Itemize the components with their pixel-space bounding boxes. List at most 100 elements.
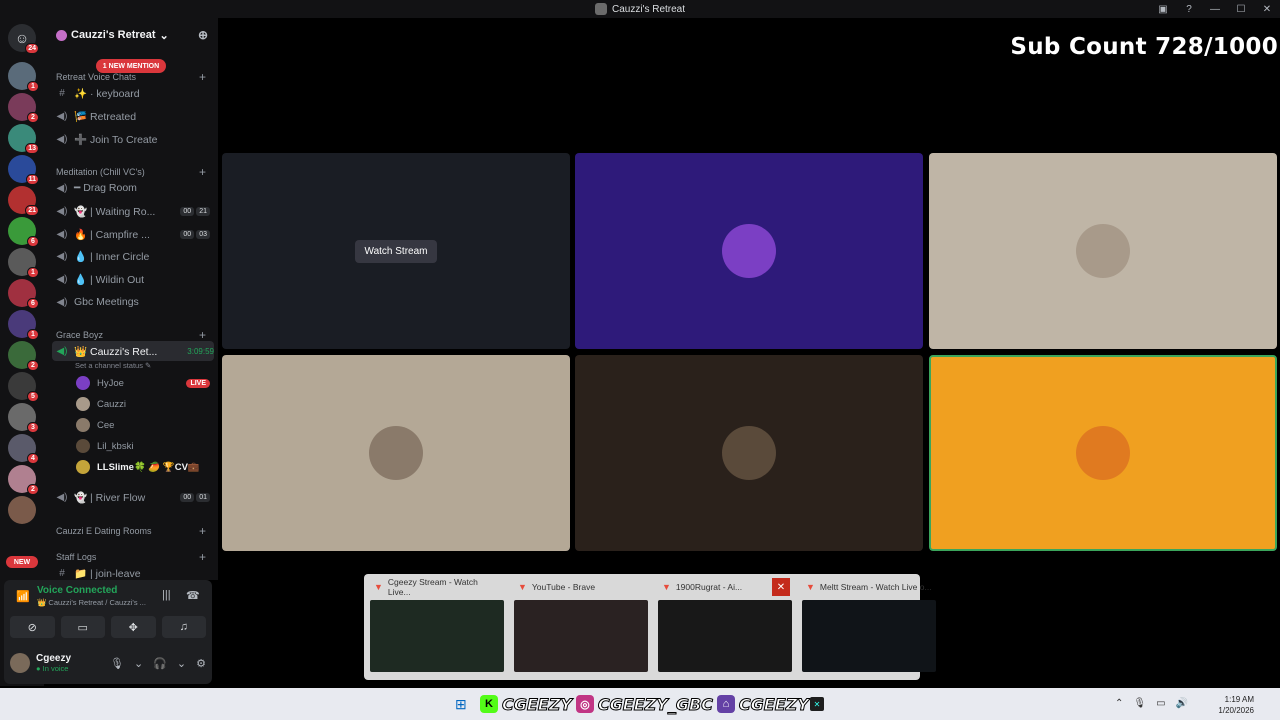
preview-thumbnail[interactable]	[802, 600, 936, 672]
server-icon[interactable]: 2	[8, 341, 39, 371]
channel-join-to-create[interactable]: ◀) ➕ Join To Create	[56, 129, 210, 149]
server-icon[interactable]: 13	[8, 124, 39, 154]
chevron-down-icon[interactable]: ⌄	[134, 657, 143, 670]
server-icon[interactable]: 2	[8, 465, 39, 495]
server-icon[interactable]: 21	[8, 186, 39, 216]
activities-button[interactable]: ✥	[111, 616, 156, 638]
category-staff-logs[interactable]: Staff Logs +	[56, 550, 206, 564]
server-icon[interactable]: 1	[8, 310, 39, 340]
system-clock[interactable]: 1:19 AM 1/20/2026	[1218, 694, 1254, 716]
guild-header[interactable]: Cauzzi's Retreat ⌄ ⊕	[44, 18, 218, 52]
participant-tile[interactable]	[575, 355, 923, 551]
add-channel-icon[interactable]: +	[199, 165, 206, 179]
invite-people-icon[interactable]: ⊕	[198, 28, 208, 42]
current-user[interactable]: Cgeezy ● In voice 🎙 ⌄ 🎧 ⌄ ⚙	[10, 648, 206, 678]
close-preview-button[interactable]: ✕	[772, 578, 790, 596]
channel-label: 💧 | Inner Circle	[74, 250, 150, 263]
stream-tile[interactable]: Watch Stream	[222, 153, 570, 349]
channel-join-leave[interactable]: # 📁 | join-leave	[56, 563, 210, 580]
channel-retreated[interactable]: ◀) 🎏 Retreated	[56, 106, 210, 126]
noise-suppression-icon[interactable]: |||	[162, 589, 171, 601]
network-icon[interactable]: ▭	[1156, 698, 1165, 709]
voice-user[interactable]: Cauzzi	[76, 394, 210, 414]
add-channel-icon[interactable]: +	[199, 328, 206, 342]
soundboard-button[interactable]: ♫	[161, 616, 206, 638]
server-icon[interactable]	[8, 496, 36, 524]
server-icon[interactable]: 4	[8, 434, 39, 464]
channel-campfire[interactable]: ◀) 🔥 | Campfire ... 00 03	[56, 224, 210, 244]
camera-off-button[interactable]: ⊘	[10, 616, 55, 638]
minimize-button[interactable]: —	[1202, 0, 1228, 18]
avatar	[76, 460, 90, 474]
participant-tile[interactable]	[575, 153, 923, 349]
add-channel-icon[interactable]: +	[199, 524, 206, 538]
windows-start-icon[interactable]: ⊞	[455, 697, 469, 711]
category-label: Meditation (Chill VC's)	[56, 167, 145, 177]
signal-icon: 📶	[16, 591, 30, 603]
preview-thumbnail[interactable]	[514, 600, 648, 672]
avatar	[76, 418, 90, 432]
participant-tile[interactable]	[929, 153, 1277, 349]
participant-tile[interactable]	[222, 355, 570, 551]
home-button[interactable]: ☺ 24	[8, 24, 39, 54]
window-preview[interactable]: ▼ Cgeezy Stream - Watch Live...	[368, 577, 504, 676]
volume-icon[interactable]: 🔊	[1176, 698, 1188, 709]
server-icon[interactable]: 2	[8, 93, 39, 123]
add-channel-icon[interactable]: +	[199, 70, 206, 84]
server-icon[interactable]: 1	[8, 248, 39, 278]
voice-user[interactable]: Lil_kbski	[76, 436, 210, 456]
maximize-button[interactable]: ☐	[1228, 0, 1254, 18]
server-icon[interactable]: 3	[8, 403, 39, 433]
microphone-icon[interactable]: 🎙	[1133, 698, 1146, 709]
help-icon[interactable]: ?	[1176, 0, 1202, 18]
server-icon[interactable]: 5	[8, 372, 39, 402]
preview-thumbnail[interactable]	[658, 600, 792, 672]
window-preview[interactable]: ▼ YouTube - Brave	[512, 578, 648, 676]
terminal-app-icon[interactable]: ✕	[810, 697, 824, 711]
server-icon[interactable]: 6	[8, 279, 39, 309]
inbox-icon[interactable]: ▣	[1150, 0, 1176, 18]
participant-tile[interactable]	[929, 355, 1277, 551]
category-grace-boyz[interactable]: Grace Boyz +	[56, 328, 206, 342]
participant-avatar	[1076, 224, 1130, 278]
channel-status[interactable]: Set a channel status ✎	[75, 361, 151, 370]
social-handles-overlay: K CGEEZY ◎ CGEEZY_GBC ⌂ CGEEZY	[480, 692, 809, 716]
channel-gbc-meetings[interactable]: ◀) Gbc Meetings	[56, 292, 210, 312]
watch-stream-button[interactable]: Watch Stream	[354, 239, 438, 263]
voice-status[interactable]: Voice Connected	[37, 585, 117, 596]
close-button[interactable]: ✕	[1254, 0, 1280, 18]
channel-inner-circle[interactable]: ◀) 💧 | Inner Circle	[56, 246, 210, 266]
voice-user[interactable]: HyJoe LIVE	[76, 373, 210, 393]
settings-gear-icon[interactable]: ⚙	[196, 657, 206, 670]
server-icon[interactable]: 6	[8, 217, 39, 247]
channel-waiting-room[interactable]: ◀) 👻 | Waiting Ro... 00 21	[56, 201, 210, 221]
chevron-up-icon[interactable]: ⌃	[1115, 698, 1123, 709]
add-channel-icon[interactable]: +	[199, 550, 206, 564]
disconnect-icon[interactable]: ☎	[186, 589, 200, 602]
microphone-icon[interactable]: 🎙	[110, 657, 124, 670]
channel-wildin-out[interactable]: ◀) 💧 | Wildin Out	[56, 269, 210, 289]
channel-keyboard[interactable]: # ✨ · keyboard	[56, 83, 210, 103]
window-preview[interactable]: ▼ 1900Rugrat - Ai... ✕	[656, 578, 792, 676]
voice-location[interactable]: 👑 Cauzzi's Retreat / Cauzzi's ...	[37, 598, 146, 607]
category-dating-rooms[interactable]: Cauzzi E Dating Rooms +	[56, 524, 206, 538]
category-meditation[interactable]: Meditation (Chill VC's) +	[56, 165, 206, 179]
new-unreads-pill[interactable]: NEW	[6, 556, 38, 568]
headphones-icon[interactable]: 🎧	[153, 657, 167, 670]
server-icon[interactable]: 1	[8, 62, 39, 92]
voice-user[interactable]: LLSlime🍀 🥭 🏆CV💼	[76, 457, 210, 477]
channel-cauzzis-retreat[interactable]: ◀) 👑 Cauzzi's Ret... 3:09:59	[52, 341, 214, 361]
preview-title: 1900Rugrat - Ai...	[675, 582, 743, 592]
share-screen-button[interactable]: ▭	[60, 616, 105, 638]
windows-taskbar: ⊞ K CGEEZY ◎ CGEEZY_GBC ⌂ CGEEZY ✕ ⌃ 🎙 ▭…	[0, 688, 1280, 720]
user-status: ● In voice	[36, 664, 69, 673]
voice-user[interactable]: Cee	[76, 415, 210, 435]
preview-thumbnail[interactable]	[370, 600, 504, 672]
twitch-handle: CGEEZY	[738, 694, 809, 714]
chevron-down-icon[interactable]: ⌄	[177, 657, 186, 670]
category-retreat[interactable]: Retreat Voice Chats +	[56, 70, 206, 84]
window-preview[interactable]: ▼ Meltt Stream - Watch Live o...	[800, 578, 936, 676]
server-icon[interactable]: 11	[8, 155, 39, 185]
channel-river-flow[interactable]: ◀) 👻 | River Flow 00 01	[56, 487, 210, 507]
channel-drag-room[interactable]: ◀) ━ Drag Room	[56, 178, 210, 198]
